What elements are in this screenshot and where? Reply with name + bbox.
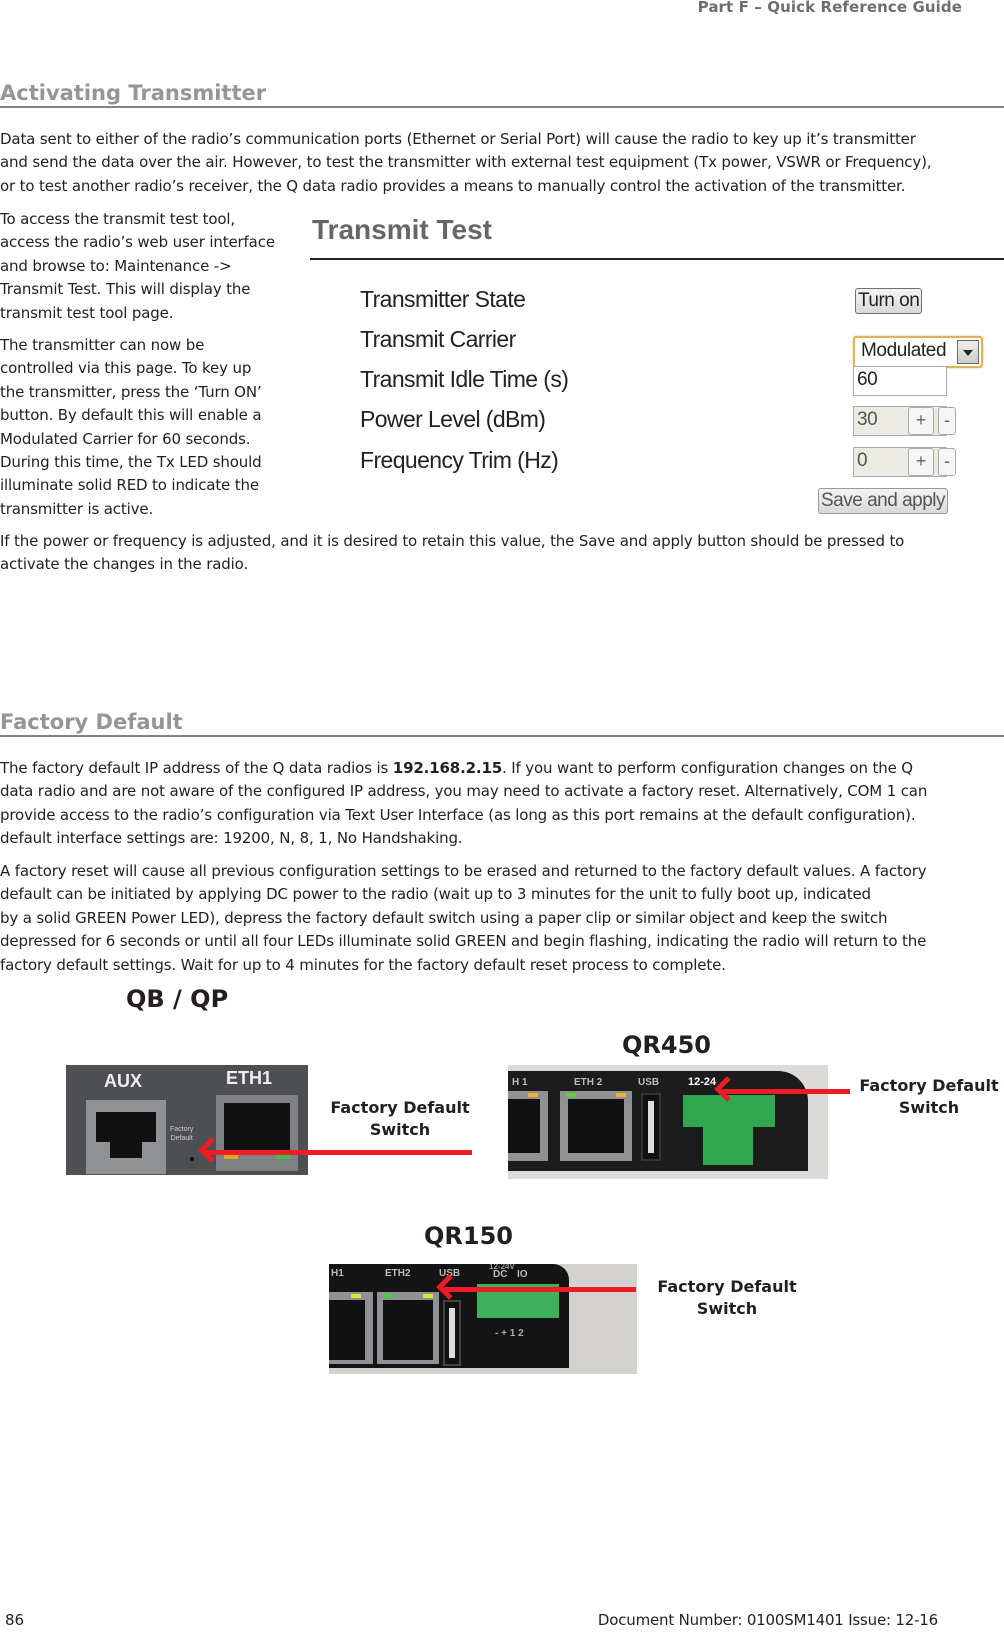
- save-paragraph: If the power or frequency is adjusted, a…: [0, 530, 1004, 577]
- power-level-decrement-button[interactable]: -: [938, 407, 956, 435]
- text-line: and send the data over the air. However,…: [0, 153, 932, 172]
- usb-port: [443, 1300, 461, 1366]
- text-line: Data sent to either of the radio’s commu…: [0, 130, 916, 148]
- text-line: and browse to: Maintenance ->: [0, 256, 232, 275]
- section-title-factory-default: Factory Default: [0, 710, 183, 734]
- document-number: Document Number: 0100SM1401 Issue: 12-16: [597, 1611, 938, 1629]
- qr150-callout: Factory Default Switch: [657, 1277, 797, 1318]
- transmit-test-title: Transmit Test: [312, 214, 492, 245]
- transmit-test-divider: [310, 258, 1004, 260]
- transmit-carrier-label: Transmit Carrier: [360, 326, 516, 352]
- text-line: default interface settings are: 19200, N…: [0, 829, 463, 848]
- dc-label: DC: [493, 1269, 508, 1280]
- frequency-trim-decrement-button[interactable]: -: [938, 448, 956, 476]
- qb-qp-callout-arrow: [198, 1137, 472, 1163]
- control-paragraph: The transmitter can now be controlled vi…: [0, 334, 300, 521]
- text-line: A factory reset will cause all previous …: [0, 862, 927, 880]
- text-line: During this time, the Tx LED should: [0, 453, 262, 472]
- eth1-label: H1: [331, 1268, 344, 1279]
- qr150-photo: H1 ETH2 USB 12-24V DC IO - + 1 2: [329, 1264, 637, 1374]
- save-and-apply-button[interactable]: Save and apply: [818, 488, 948, 514]
- qr450-title: QR450: [622, 1031, 711, 1059]
- page-header: Part F – Quick Reference Guide: [697, 0, 962, 16]
- transmit-idle-time-label: Transmit Idle Time (s): [360, 366, 569, 392]
- usb-port: [641, 1093, 661, 1161]
- qr450-callout: Factory Default Switch: [859, 1076, 999, 1117]
- eth2-label: ETH2: [385, 1268, 411, 1279]
- section-title-activating-transmitter: Activating Transmitter: [0, 81, 267, 105]
- qr450-callout-arrow: [714, 1076, 850, 1102]
- qr450-photo: H 1 ETH 2 USB 12-24: [508, 1065, 828, 1179]
- text-line: To access the transmit test tool,: [0, 210, 236, 228]
- qb-qp-title: QB / QP: [126, 985, 229, 1013]
- text-line: or to test another radio’s receiver, the…: [0, 176, 906, 195]
- transmit-test-screenshot: Transmit Test Transmitter State Transmit…: [300, 208, 1004, 538]
- text-line: Transmit Test. This will display the: [0, 280, 251, 299]
- pin-labels: - + 1 2: [495, 1328, 524, 1339]
- text-line: the transmitter, press the ‘Turn ON’: [0, 382, 262, 401]
- text-line: by a solid GREEN Power LED), depress the…: [0, 908, 888, 927]
- factory-default-pinhole[interactable]: [190, 1157, 194, 1161]
- eth1-port: [329, 1292, 373, 1364]
- qr150-title: QR150: [424, 1222, 513, 1250]
- frequency-trim-label: Frequency Trim (Hz): [360, 447, 559, 473]
- text-line: depressed for 6 seconds or until all fou…: [0, 932, 927, 951]
- section-divider: [0, 735, 1004, 737]
- text-line: transmit test tool page.: [0, 303, 174, 322]
- idle-time-input[interactable]: 60: [853, 366, 947, 396]
- qb-qp-callout: Factory Default Switch: [330, 1098, 470, 1139]
- eth2-port: [377, 1292, 439, 1364]
- text-line: The transmitter can now be: [0, 336, 205, 354]
- factory-ip-paragraph: The factory default IP address of the Q …: [0, 757, 1004, 851]
- section-divider: [0, 106, 1004, 108]
- aux-label: AUX: [104, 1071, 143, 1091]
- aux-port: [86, 1100, 166, 1174]
- transmit-carrier-select[interactable]: Modulated: [853, 336, 983, 368]
- text-line: Modulated Carrier for 60 seconds.: [0, 429, 251, 448]
- intro-paragraph: Data sent to either of the radio’s commu…: [0, 128, 1004, 198]
- text-line: provide access to the radio’s configurat…: [0, 805, 916, 824]
- transmit-carrier-value: Modulated: [861, 340, 947, 361]
- power-terminal: [683, 1095, 775, 1127]
- usb-label: USB: [638, 1077, 660, 1088]
- eth1-label: H 1: [512, 1077, 528, 1088]
- text-line: button. By default this will enable a: [0, 406, 262, 425]
- page-number: 86: [5, 1611, 25, 1629]
- text-line: If the power or frequency is adjusted, a…: [0, 532, 905, 550]
- text-line: data radio and are not aware of the conf…: [0, 782, 928, 801]
- eth1-label: ETH1: [226, 1068, 273, 1088]
- text-line: activate the changes in the radio.: [0, 555, 249, 574]
- power-level-label: Power Level (dBm): [360, 406, 546, 432]
- access-paragraph: To access the transmit test tool, access…: [0, 208, 300, 325]
- eth1-port: [508, 1091, 548, 1161]
- chevron-down-icon[interactable]: [957, 340, 979, 364]
- eth2-port: [560, 1091, 632, 1161]
- qr150-callout-arrow: [436, 1274, 636, 1300]
- qb-qp-photo: AUX ETH1 Factory Default: [66, 1065, 308, 1175]
- default-ip-address: 192.168.2.15: [392, 759, 503, 777]
- text-line: default can be initiated by applying DC …: [0, 885, 871, 904]
- factory-reset-paragraph: A factory reset will cause all previous …: [0, 860, 1004, 977]
- factory-default-printed-label: Factory Default: [170, 1126, 194, 1142]
- text-line: illuminate solid RED to indicate the: [0, 476, 259, 495]
- text-line: transmitter is active.: [0, 499, 154, 518]
- io-label: IO: [517, 1269, 528, 1280]
- power-label: 12-24: [688, 1076, 717, 1088]
- frequency-trim-increment-button[interactable]: +: [908, 448, 934, 476]
- eth2-label: ETH 2: [574, 1077, 603, 1088]
- text-line: access the radio’s web user interface: [0, 233, 275, 252]
- transmitter-state-label: Transmitter State: [360, 286, 526, 312]
- text-line: factory default settings. Wait for up to…: [0, 955, 726, 974]
- text-line: controlled via this page. To key up: [0, 359, 252, 378]
- text-line: The factory default IP address of the Q …: [0, 759, 913, 777]
- power-level-increment-button[interactable]: +: [908, 407, 934, 435]
- turn-on-button[interactable]: Turn on: [855, 288, 923, 314]
- eth1-port: [216, 1095, 298, 1171]
